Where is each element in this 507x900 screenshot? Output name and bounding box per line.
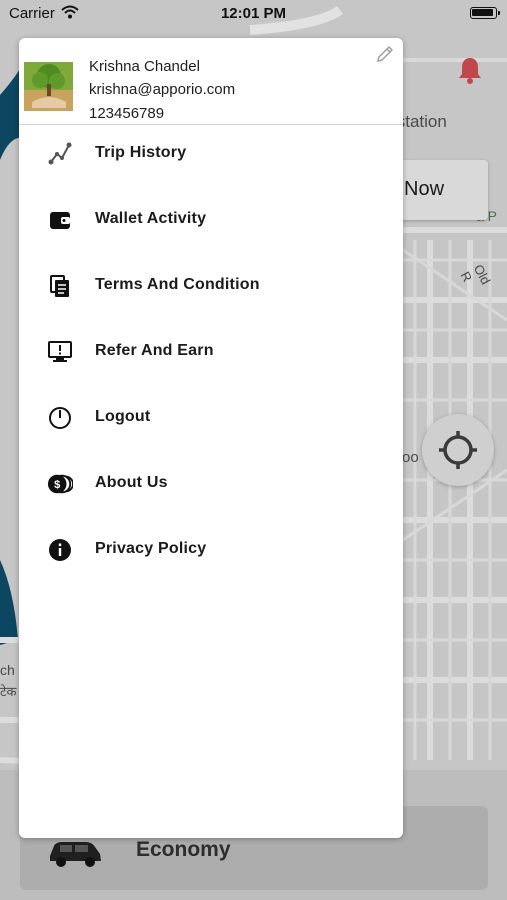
wallet-icon: [47, 207, 73, 233]
profile-name: Krishna Chandel: [89, 58, 200, 75]
menu-item-label: Refer And Earn: [95, 342, 214, 359]
ride-option-label: Economy: [136, 838, 231, 861]
crosshair-icon: [439, 431, 477, 469]
menu-item-label: Privacy Policy: [95, 540, 207, 557]
menu-item-label: Logout: [95, 408, 151, 425]
info-icon: [47, 537, 73, 563]
map-label-left: ch: [0, 662, 15, 678]
menu-item-label: Terms And Condition: [95, 276, 260, 293]
navigation-drawer: Krishna Chandel krishna@apporio.com 1234…: [19, 38, 403, 838]
menu-item-trip-history[interactable]: Trip History: [19, 125, 403, 181]
locate-me-button[interactable]: [422, 414, 494, 486]
map-label-left-hindi: टेक: [0, 684, 17, 699]
bell-icon[interactable]: [456, 55, 484, 85]
monitor-alert-icon: [47, 339, 73, 365]
menu-item-label: Trip History: [95, 144, 187, 161]
profile-header[interactable]: Krishna Chandel krishna@apporio.com 1234…: [19, 38, 403, 125]
status-bar: Carrier 12:01 PM: [0, 0, 507, 28]
menu-item-label: About Us: [95, 474, 168, 491]
status-time: 12:01 PM: [220, 5, 287, 22]
battery-icon: [470, 7, 500, 19]
menu-item-terms[interactable]: Terms And Condition: [19, 257, 403, 313]
menu-item-wallet-activity[interactable]: Wallet Activity: [19, 191, 403, 247]
menu-item-label: Wallet Activity: [95, 210, 207, 227]
map-label-partial: oo: [402, 449, 419, 466]
coins-icon: $: [47, 471, 73, 497]
menu-item-logout[interactable]: Logout: [19, 389, 403, 445]
battery-level: [472, 9, 493, 16]
documents-icon: [47, 273, 73, 299]
svg-text:$: $: [54, 479, 61, 491]
ride-now-label: Now: [404, 178, 445, 200]
pencil-icon[interactable]: [375, 44, 395, 64]
profile-phone: 123456789: [89, 105, 165, 122]
power-icon: [47, 405, 73, 431]
menu-item-about-us[interactable]: $ About Us: [19, 455, 403, 511]
profile-email: krishna@apporio.com: [89, 81, 236, 98]
menu-item-refer-earn[interactable]: Refer And Earn: [19, 323, 403, 379]
avatar[interactable]: [24, 62, 73, 111]
route-icon: [47, 141, 73, 167]
menu-item-privacy-policy[interactable]: Privacy Policy: [19, 521, 403, 577]
car-icon: [50, 842, 101, 867]
